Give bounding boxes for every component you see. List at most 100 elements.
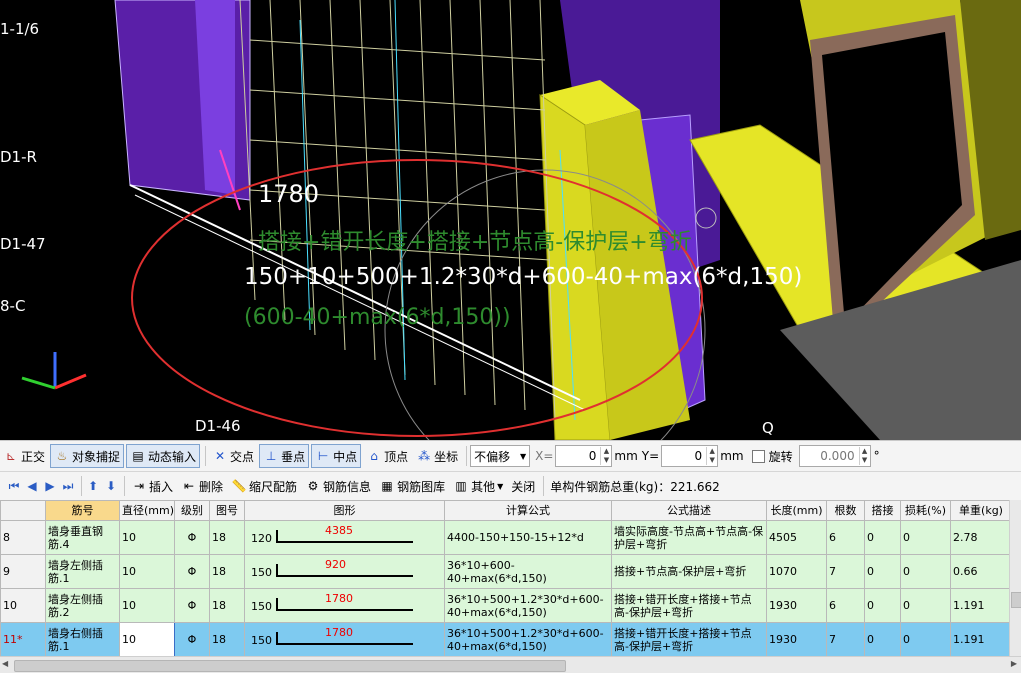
table-row[interactable]: 9 墙身左侧插筋.1 10 Φ 18 150 920 36*10+600-40+… — [0, 554, 1009, 589]
shape-cell[interactable]: 150 920 — [244, 554, 445, 589]
scroll-thumb[interactable] — [14, 660, 566, 672]
rebar-name-cell[interactable]: 墙身左侧插筋.2 — [45, 588, 120, 623]
loss-cell[interactable]: 0 — [900, 588, 951, 623]
column-header[interactable]: 级别 — [174, 500, 210, 521]
column-header[interactable]: 根数 — [826, 500, 865, 521]
formula-desc-cell[interactable]: 搭接+错开长度+搭接+节点高-保护层+弯折 — [611, 622, 767, 656]
row-number[interactable]: 9 — [0, 554, 46, 589]
shape-cell[interactable]: 150 1780 — [244, 588, 445, 623]
grade-cell[interactable]: Φ — [174, 520, 210, 555]
vertex-snap-button[interactable]: ⌂ 顶点 — [363, 445, 411, 467]
table-row[interactable]: 10 墙身左侧插筋.2 10 Φ 18 150 1780 36*10+500+1… — [0, 588, 1009, 623]
coordinate-snap-button[interactable]: ⁂ 坐标 — [413, 445, 461, 467]
spinner-icon[interactable]: ▲ ▼ — [600, 447, 611, 465]
previous-icon[interactable]: ◀ — [24, 478, 40, 494]
vertical-scrollbar[interactable] — [1009, 500, 1021, 656]
lap-cell[interactable]: 0 — [864, 520, 901, 555]
row-number[interactable]: 11* — [0, 622, 46, 656]
intersection-snap-button[interactable]: ✕ 交点 — [209, 445, 257, 467]
column-header[interactable]: 公式描述 — [611, 500, 767, 521]
rebar-name-cell[interactable]: 墙身右侧插筋.1 — [45, 622, 120, 656]
scroll-left-icon[interactable]: ◀ — [2, 659, 8, 668]
move-up-icon[interactable]: ⬆ — [85, 478, 101, 494]
count-cell[interactable]: 7 — [826, 622, 865, 656]
length-cell[interactable]: 1070 — [766, 554, 827, 589]
lap-cell[interactable]: 0 — [864, 588, 901, 623]
column-header[interactable]: 直径(mm) — [119, 500, 175, 521]
length-cell[interactable]: 4505 — [766, 520, 827, 555]
loss-cell[interactable]: 0 — [900, 520, 951, 555]
formula-cell[interactable]: 36*10+500+1.2*30*d+600-40+max(6*d,150) — [444, 622, 612, 656]
formula-cell[interactable]: 36*10+500+1.2*30*d+600-40+max(6*d,150) — [444, 588, 612, 623]
column-header[interactable]: 搭接 — [864, 500, 901, 521]
rebar-name-cell[interactable]: 墙身左侧插筋.1 — [45, 554, 120, 589]
column-header[interactable]: 损耗(%) — [900, 500, 951, 521]
first-icon[interactable]: ⏮ — [6, 478, 22, 494]
diameter-cell[interactable]: 10 — [119, 554, 175, 589]
diameter-cell[interactable]: 10 — [119, 622, 175, 656]
count-cell[interactable]: 6 — [826, 520, 865, 555]
unit-weight-cell[interactable]: 1.191 — [950, 622, 1009, 656]
scale-rebar-button[interactable]: 📏 缩尺配筋 — [228, 475, 300, 497]
next-icon[interactable]: ▶ — [42, 478, 58, 494]
other-menu-button[interactable]: ▥ 其他 ▼ — [450, 475, 506, 497]
figure-number-cell[interactable]: 18 — [209, 554, 245, 589]
scroll-right-icon[interactable]: ▶ — [1011, 659, 1017, 668]
table-row[interactable]: 8 墙身垂直钢筋.4 10 Φ 18 120 4385 4400-150+150… — [0, 520, 1009, 555]
unit-weight-cell[interactable]: 0.66 — [950, 554, 1009, 589]
figure-number-cell[interactable]: 18 — [209, 622, 245, 656]
column-header[interactable]: 单重(kg) — [950, 500, 1009, 521]
count-cell[interactable]: 7 — [826, 554, 865, 589]
formula-desc-cell[interactable]: 墙实际高度-节点高+节点高-保护层+弯折 — [611, 520, 767, 555]
rotate-checkbox[interactable] — [751, 449, 765, 463]
midpoint-snap-button[interactable]: ⊢ 中点 — [311, 444, 362, 468]
shape-cell[interactable]: 150 1780 — [244, 622, 445, 656]
figure-number-cell[interactable]: 18 — [209, 520, 245, 555]
close-button[interactable]: 关闭 — [508, 475, 538, 497]
column-header[interactable]: 图号 — [209, 500, 245, 521]
move-down-icon[interactable]: ⬇ — [103, 478, 119, 494]
column-header[interactable]: 图形 — [244, 500, 445, 521]
rotate-input[interactable]: 0.000 ▲ ▼ — [798, 445, 871, 467]
count-cell[interactable]: 6 — [826, 588, 865, 623]
unit-weight-cell[interactable]: 1.191 — [950, 588, 1009, 623]
rebar-library-button[interactable]: ▦ 钢筋图库 — [376, 475, 448, 497]
row-number[interactable]: 10 — [0, 588, 46, 623]
spinner-icon[interactable]: ▲ ▼ — [858, 447, 870, 465]
delete-button[interactable]: ⇤ 删除 — [178, 475, 226, 497]
row-number[interactable]: 8 — [0, 520, 46, 555]
y-input[interactable]: 0 ▲ ▼ — [661, 445, 719, 467]
loss-cell[interactable]: 0 — [900, 554, 951, 589]
length-cell[interactable]: 1930 — [766, 588, 827, 623]
scroll-thumb[interactable] — [1011, 592, 1021, 608]
shape-cell[interactable]: 120 4385 — [244, 520, 445, 555]
rebar-name-cell[interactable]: 墙身垂直钢筋.4 — [45, 520, 120, 555]
lap-cell[interactable]: 0 — [864, 554, 901, 589]
ortho-button[interactable]: ⊾ 正交 — [0, 445, 48, 467]
grade-cell[interactable]: Φ — [174, 588, 210, 623]
formula-desc-cell[interactable]: 搭接+节点高-保护层+弯折 — [611, 554, 767, 589]
unit-weight-cell[interactable]: 2.78 — [950, 520, 1009, 555]
diameter-cell[interactable]: 10 — [119, 588, 175, 623]
rebar-info-button[interactable]: ⚙ 钢筋信息 — [302, 475, 374, 497]
table-row-selected[interactable]: 11* 墙身右侧插筋.1 10 Φ 18 150 1780 36*10+500+… — [0, 622, 1009, 656]
dynamic-input-button[interactable]: ▤ 动态输入 — [126, 444, 201, 468]
length-cell[interactable]: 1930 — [766, 622, 827, 656]
x-input[interactable]: 0 ▲ ▼ — [555, 445, 613, 467]
perpendicular-snap-button[interactable]: ⊥ 垂点 — [259, 444, 310, 468]
grade-cell[interactable]: Φ — [174, 622, 210, 656]
column-header[interactable]: 计算公式 — [444, 500, 612, 521]
formula-cell[interactable]: 4400-150+150-15+12*d — [444, 520, 612, 555]
figure-number-cell[interactable]: 18 — [209, 588, 245, 623]
horizontal-scrollbar[interactable]: ◀ ▶ — [0, 656, 1021, 673]
loss-cell[interactable]: 0 — [900, 622, 951, 656]
formula-desc-cell[interactable]: 搭接+错开长度+搭接+节点高-保护层+弯折 — [611, 588, 767, 623]
3d-viewport[interactable]: 1-1/6 D1-R D1-47 8-C D1-46 Q 1780 搭接+错开长… — [0, 0, 1021, 440]
offset-select[interactable]: 不偏移 ▼ — [470, 445, 531, 467]
column-header[interactable]: 长度(mm) — [766, 500, 827, 521]
column-header[interactable]: 筋号 — [45, 500, 120, 521]
object-snap-button[interactable]: ♨ 对象捕捉 — [50, 444, 125, 468]
last-icon[interactable]: ⏭ — [60, 478, 76, 494]
spinner-icon[interactable]: ▲ ▼ — [706, 447, 717, 465]
grade-cell[interactable]: Φ — [174, 554, 210, 589]
